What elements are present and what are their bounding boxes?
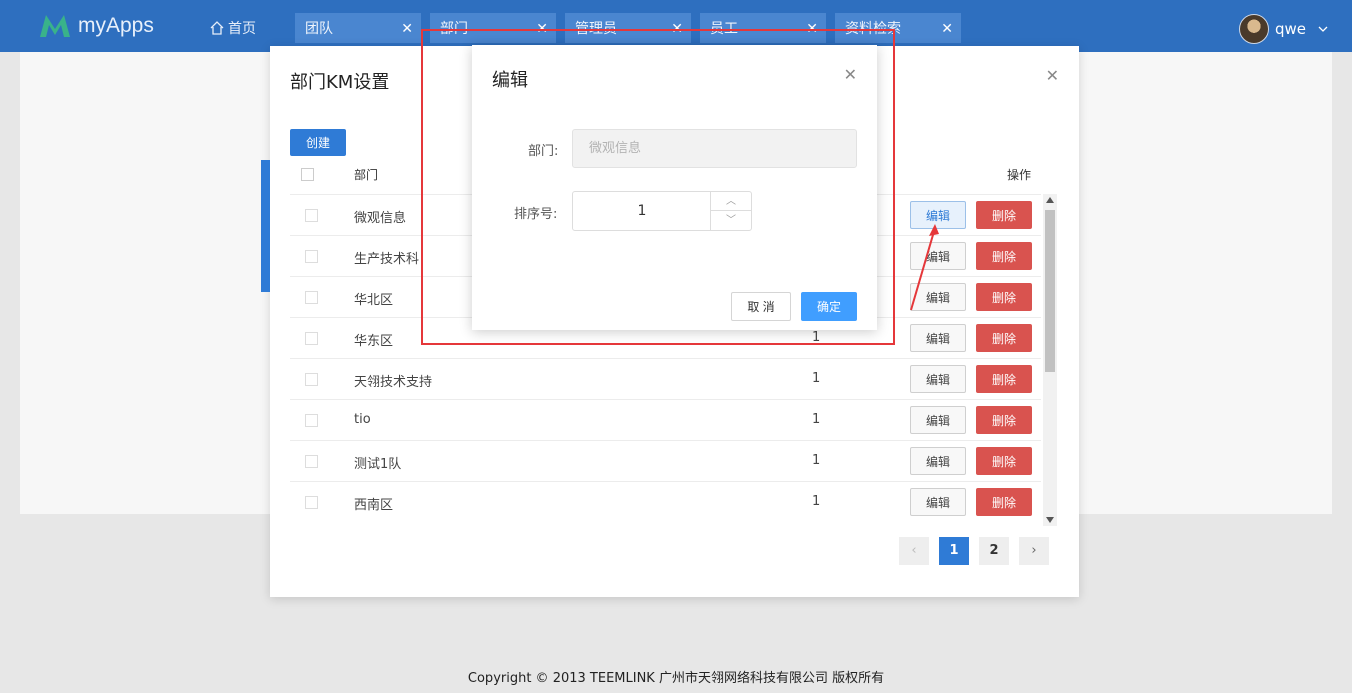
- home-icon: [210, 21, 224, 35]
- home-link[interactable]: 首页: [210, 18, 256, 38]
- table-row: 天翎技术支持 1 编辑 删除: [290, 358, 1041, 399]
- delete-button[interactable]: 删除: [976, 283, 1032, 311]
- edit-button[interactable]: 编辑: [910, 324, 966, 352]
- tab-label: 团队: [305, 21, 333, 37]
- tab-team[interactable]: 团队 ✕: [295, 13, 421, 43]
- table-row: 西南区 1 编辑 删除: [290, 481, 1041, 522]
- dept-cell: 华北区: [354, 293, 394, 308]
- home-label: 首页: [228, 21, 256, 37]
- row-checkbox[interactable]: [305, 455, 318, 468]
- order-cell: 1: [812, 412, 821, 427]
- delete-button[interactable]: 删除: [976, 324, 1032, 352]
- delete-button[interactable]: 删除: [976, 488, 1032, 516]
- dept-cell: tio: [354, 412, 371, 427]
- chevron-down-icon: [1318, 26, 1328, 32]
- order-cell: 1: [812, 371, 821, 386]
- delete-button[interactable]: 删除: [976, 201, 1032, 229]
- table-scrollbar[interactable]: [1043, 194, 1057, 526]
- dept-cell: 天翎技术支持: [354, 375, 433, 390]
- column-header-dept: 部门: [354, 168, 379, 182]
- user-menu[interactable]: qwe: [1238, 14, 1328, 44]
- edit-button[interactable]: 编辑: [910, 406, 966, 434]
- delete-button[interactable]: 删除: [976, 447, 1032, 475]
- footer-copyright: Copyright © 2013 TEEMLINK 广州市天翎网络科技有限公司 …: [467, 671, 885, 686]
- dept-cell: 华东区: [354, 334, 394, 349]
- page-button-2[interactable]: 2: [979, 537, 1009, 565]
- row-checkbox[interactable]: [305, 496, 318, 509]
- pagination: ‹ 1 2 ›: [899, 537, 1049, 565]
- avatar: [1238, 14, 1269, 44]
- delete-button[interactable]: 删除: [976, 406, 1032, 434]
- scroll-down-icon[interactable]: [1046, 517, 1054, 523]
- table-row: tio 1 编辑 删除: [290, 399, 1041, 440]
- select-all-checkbox[interactable]: [301, 168, 314, 181]
- dept-cell: 测试1队: [354, 457, 402, 472]
- table-row: 测试1队 1 编辑 删除: [290, 440, 1041, 481]
- delete-button[interactable]: 删除: [976, 242, 1032, 270]
- dept-cell: 西南区: [354, 498, 394, 513]
- dialog-title: 部门KM设置: [290, 72, 390, 93]
- dept-cell: 微观信息: [354, 211, 407, 226]
- close-icon[interactable]: ✕: [941, 13, 953, 45]
- row-checkbox[interactable]: [305, 250, 318, 263]
- row-checkbox[interactable]: [305, 414, 318, 427]
- annotation-arrow-icon: [910, 224, 939, 311]
- edit-button[interactable]: 编辑: [910, 488, 966, 516]
- scroll-thumb[interactable]: [1045, 210, 1055, 372]
- close-icon[interactable]: ✕: [1046, 66, 1059, 85]
- row-checkbox[interactable]: [305, 332, 318, 345]
- side-strip: [261, 160, 270, 292]
- row-checkbox[interactable]: [305, 373, 318, 386]
- close-icon[interactable]: ✕: [401, 13, 413, 45]
- logo-m-icon: [40, 15, 70, 37]
- dept-cell: 生产技术科: [354, 252, 420, 267]
- user-name: qwe: [1274, 20, 1306, 38]
- edit-button[interactable]: 编辑: [910, 447, 966, 475]
- prev-page-button[interactable]: ‹: [899, 537, 929, 565]
- app-logo[interactable]: myApps: [38, 10, 154, 42]
- annotation-highlight-box: [421, 29, 895, 345]
- edit-button[interactable]: 编辑: [910, 365, 966, 393]
- row-checkbox[interactable]: [305, 291, 318, 304]
- logo-text: myApps: [78, 14, 154, 37]
- row-checkbox[interactable]: [305, 209, 318, 222]
- column-header-op: 操作: [1007, 168, 1032, 182]
- delete-button[interactable]: 删除: [976, 365, 1032, 393]
- scroll-up-icon[interactable]: [1046, 197, 1054, 203]
- order-cell: 1: [812, 494, 821, 509]
- page-button-1[interactable]: 1: [939, 537, 969, 565]
- create-button[interactable]: 创建: [290, 129, 346, 156]
- next-page-button[interactable]: ›: [1019, 537, 1049, 565]
- order-cell: 1: [812, 453, 821, 468]
